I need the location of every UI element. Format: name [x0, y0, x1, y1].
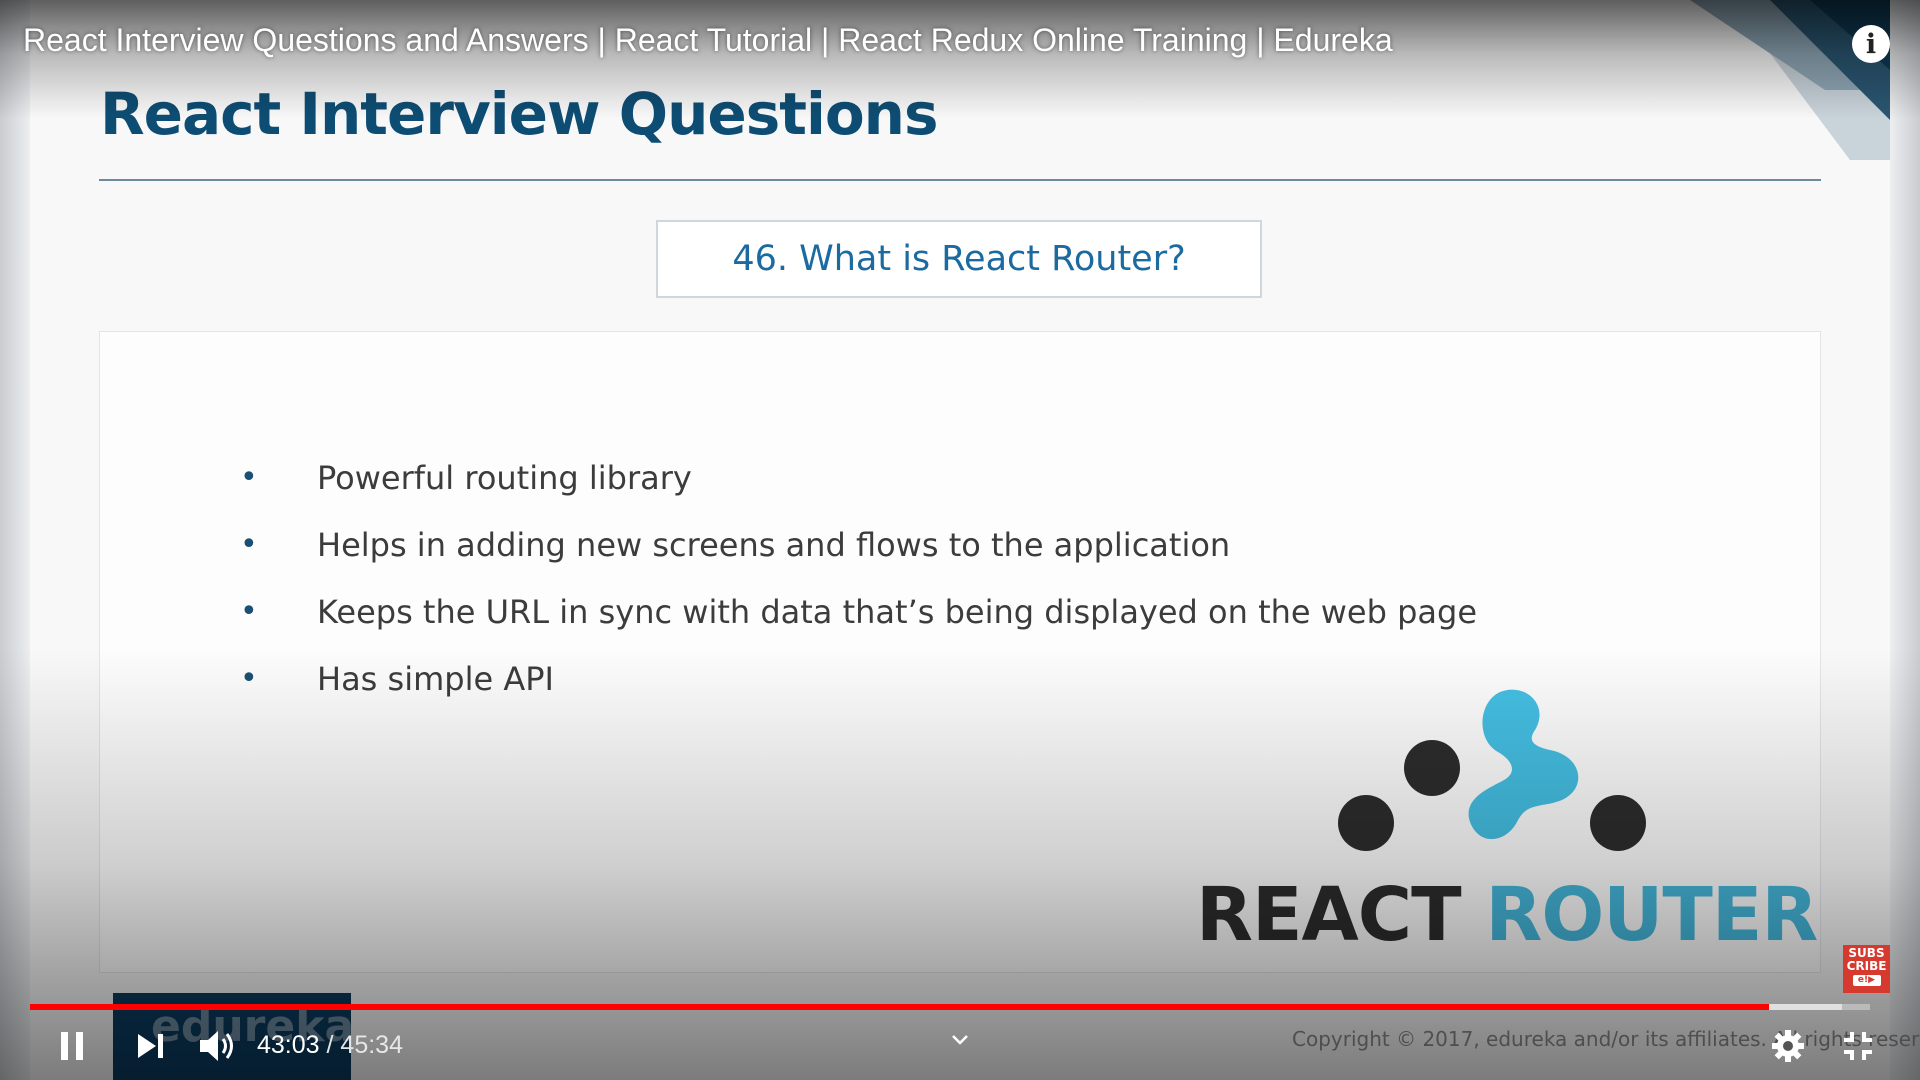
time-display: 43:03 / 45:34	[257, 1031, 403, 1060]
duration: 45:34	[340, 1031, 403, 1059]
bullet-text: Helps in adding new screens and flows to…	[317, 526, 1231, 564]
slide-right-edge	[1890, 0, 1920, 1080]
pause-icon[interactable]	[57, 1028, 87, 1064]
heading-divider	[99, 179, 1821, 181]
bullet-text: Powerful routing library	[317, 459, 692, 497]
slide: React Interview Questions 46. What is Re…	[0, 0, 1920, 1080]
time-separator: /	[326, 1031, 334, 1059]
logo-word-react: REACT	[1196, 872, 1462, 958]
info-icon: i	[1865, 29, 1877, 60]
bullet-item: • Powerful routing library	[240, 457, 1477, 524]
copyright-text: Copyright © 2017, edureka and/or its aff…	[1292, 1027, 1920, 1051]
bullet-text: Keeps the URL in sync with data that’s b…	[317, 593, 1478, 631]
chevron-down-icon[interactable]	[950, 1030, 970, 1050]
bullet-dot: •	[240, 527, 258, 562]
slide-left-edge	[0, 0, 30, 1080]
info-button[interactable]: i	[1852, 25, 1890, 63]
subscribe-button[interactable]: SUBS CRIBE e!▶	[1843, 945, 1890, 993]
progress-played	[30, 1004, 1769, 1010]
settings-gear-icon[interactable]	[1770, 1028, 1806, 1064]
bullet-text: Has simple API	[317, 660, 554, 698]
next-icon[interactable]	[134, 1028, 168, 1064]
bullet-item: • Keeps the URL in sync with data that’s…	[240, 591, 1477, 658]
current-time: 43:03	[257, 1031, 320, 1059]
logo-word-router: ROUTER	[1485, 872, 1818, 958]
question-box: 46. What is React Router?	[656, 220, 1262, 298]
exit-fullscreen-icon[interactable]	[1840, 1028, 1876, 1064]
slide-heading: React Interview Questions	[100, 80, 938, 148]
progress-bar[interactable]	[30, 1004, 1870, 1010]
bullet-dot: •	[240, 460, 258, 495]
subscribe-play-icon: e!▶	[1852, 975, 1881, 986]
video-player[interactable]: React Interview Questions 46. What is Re…	[0, 0, 1920, 1080]
bullet-dot: •	[240, 661, 258, 696]
subscribe-line: CRIBE	[1846, 959, 1887, 973]
react-router-wordmark: REACT ROUTER	[1196, 872, 1818, 958]
question-text: 46. What is React Router?	[732, 239, 1186, 279]
volume-icon[interactable]	[197, 1028, 239, 1064]
video-title[interactable]: React Interview Questions and Answers | …	[23, 22, 1393, 59]
bullet-dot: •	[240, 594, 258, 629]
bullet-item: • Helps in adding new screens and flows …	[240, 524, 1477, 591]
slide-corner-decoration	[1690, 0, 1890, 160]
